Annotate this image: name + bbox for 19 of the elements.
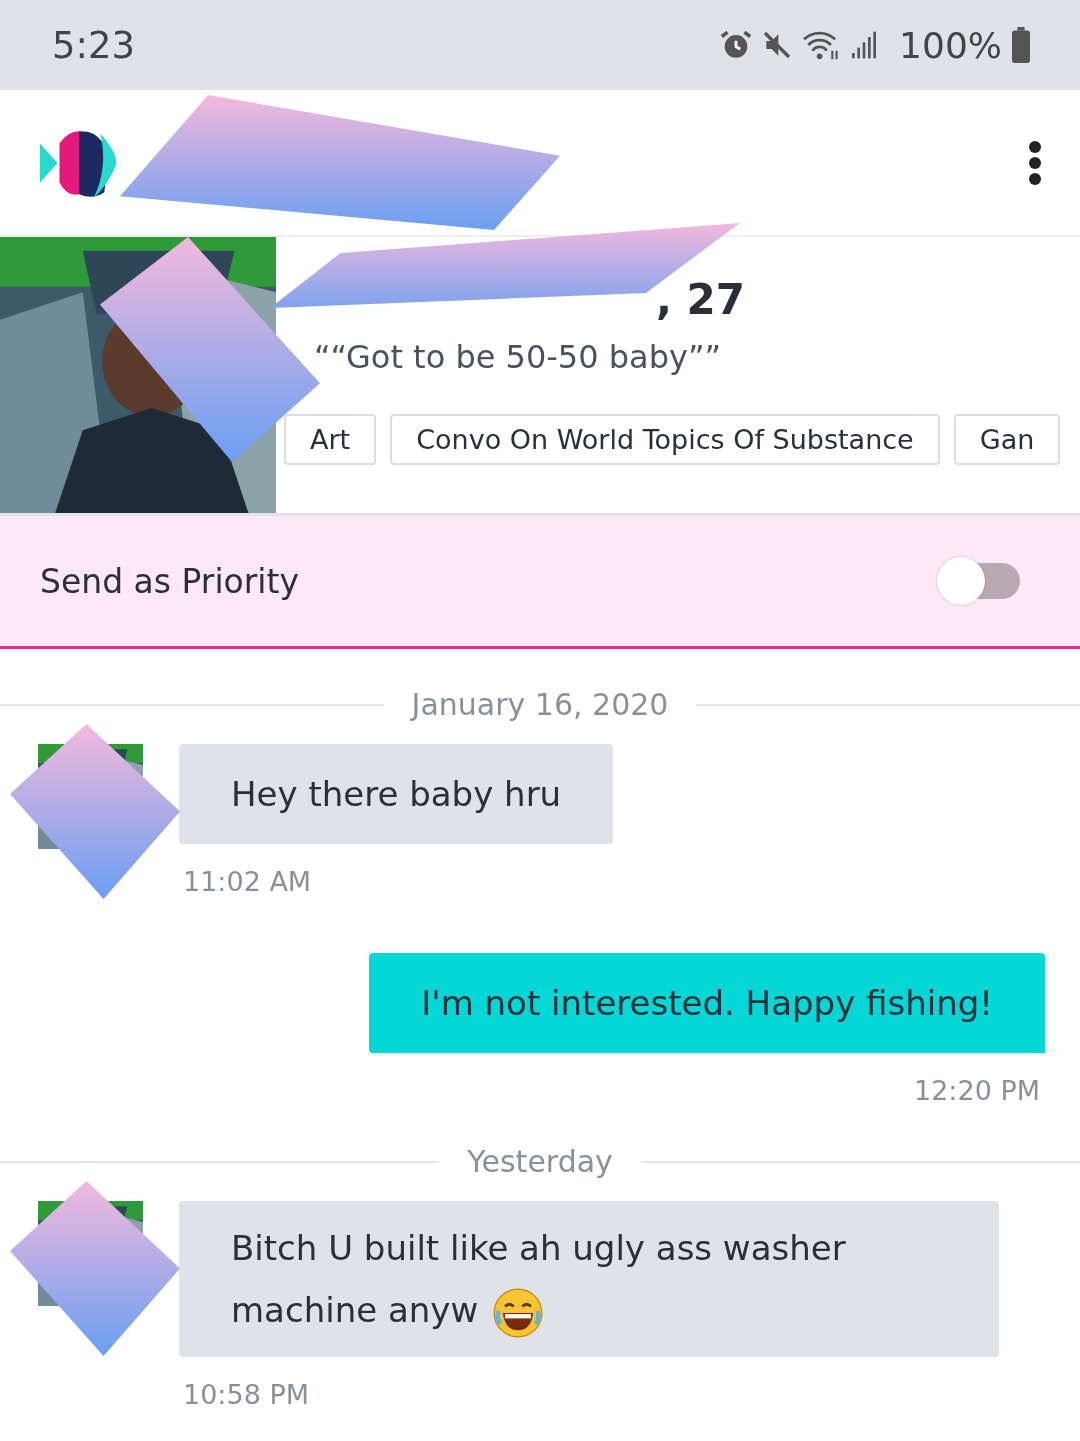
message-time: 11:02 AM — [183, 866, 313, 897]
message-time: 12:20 PM — [914, 1075, 1040, 1106]
priority-label: Send as Priority — [40, 561, 299, 601]
profile-name: , 27 — [655, 275, 747, 324]
message-time: 10:58 PM — [183, 1379, 310, 1410]
interest-tag: Gan — [953, 414, 1061, 465]
priority-toggle[interactable] — [936, 556, 1022, 606]
profile-quote: ““Got to be 50-50 baby”” — [314, 338, 723, 376]
battery-percent: 100% — [899, 24, 1002, 66]
date-divider: Yesterday — [467, 1144, 613, 1179]
more-menu-button[interactable] — [1028, 139, 1042, 186]
message-bubble: Hey there baby hru — [179, 744, 614, 844]
battery-icon — [1010, 27, 1032, 63]
message-bubble: Bitch U built like ah ugly ass washer machine anyw — [179, 1201, 999, 1357]
message-bubble: I'm not interested. Happy fishing! — [369, 953, 1045, 1053]
more-vertical-icon — [1028, 139, 1042, 186]
clock-time: 5:23 — [52, 23, 136, 67]
interest-tag: Convo On World Topics Of Substance — [390, 414, 940, 465]
date-divider: January 16, 2020 — [411, 687, 669, 722]
